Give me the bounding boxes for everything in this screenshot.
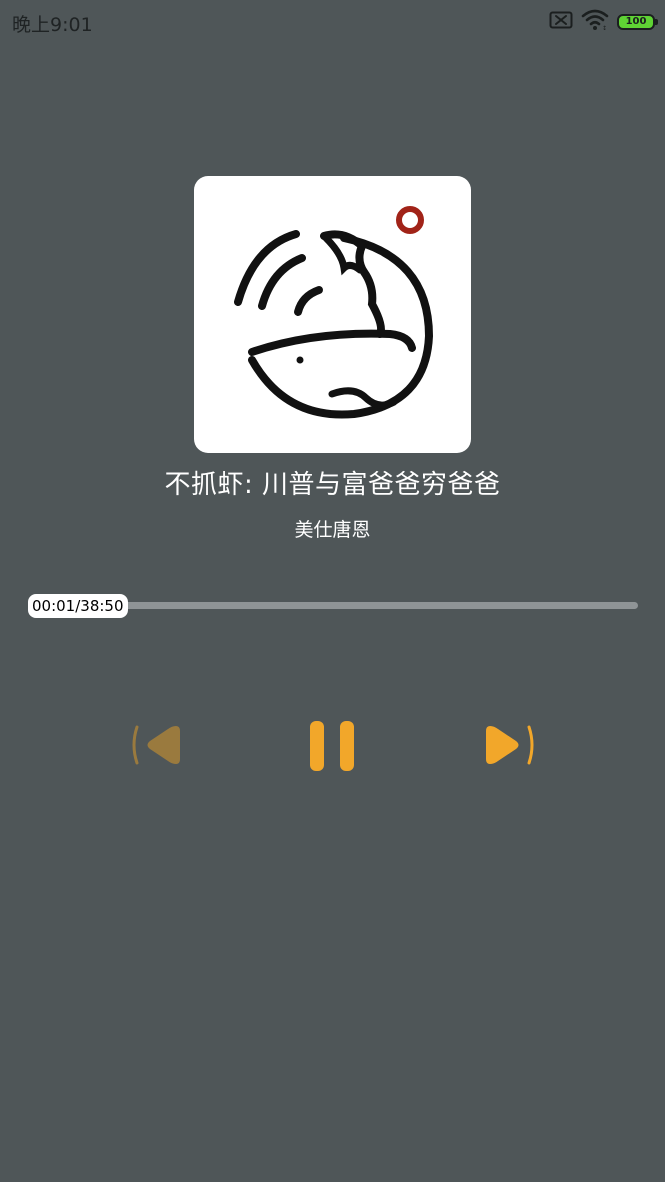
pause-button[interactable] (300, 715, 364, 775)
next-button[interactable] (478, 718, 538, 772)
previous-icon (132, 725, 180, 765)
status-time: 晚上9:01 (12, 14, 93, 36)
progress-thumb-time[interactable]: 00:01/38:50 (28, 594, 128, 618)
track-title: 不抓虾: 川普与富爸爸穷爸爸 (164, 470, 501, 500)
album-cover (194, 176, 471, 453)
next-icon (486, 725, 534, 765)
status-icons: ↕ 100 (549, 9, 658, 35)
battery-icon: 100 (617, 14, 658, 30)
status-bar: 晚上9:01 ↕ 100 (0, 0, 665, 46)
pause-icon (310, 721, 354, 771)
sim-off-icon (549, 11, 573, 33)
track-artist: 美仕唐恩 (294, 519, 371, 541)
wifi-icon: ↕ (581, 9, 609, 35)
playback-controls (0, 700, 665, 790)
progress-bar[interactable]: 00:01/38:50 (28, 593, 638, 621)
svg-text:↕: ↕ (602, 25, 607, 31)
battery-level: 100 (625, 16, 647, 27)
whale-logo-icon (234, 206, 434, 419)
battery-tip (655, 19, 658, 25)
previous-button[interactable] (128, 718, 188, 772)
